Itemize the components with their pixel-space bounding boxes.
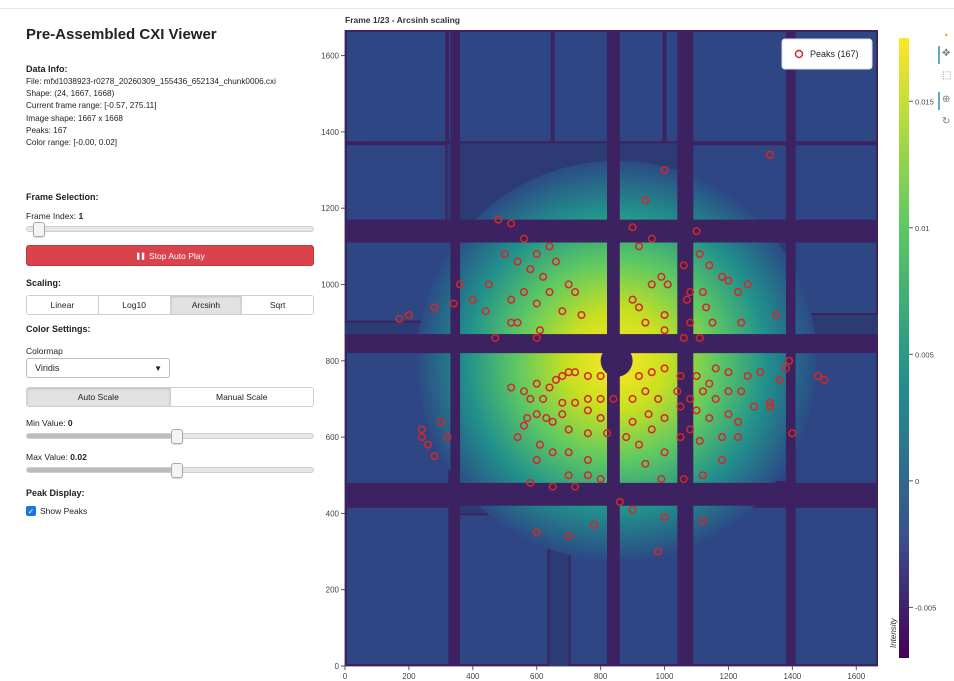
y-tick-label-7: 1400 [321, 128, 339, 137]
x-tick-label-6: 1200 [720, 672, 738, 681]
x-tick-label-0: 0 [343, 672, 348, 681]
x-tick-label-4: 800 [594, 672, 608, 681]
show-peaks-checkbox[interactable]: ✓ Show Peaks [26, 506, 87, 516]
max-value-number: 0.02 [70, 452, 87, 462]
info-shape: Shape: (24, 1667, 1668) [26, 89, 115, 99]
scaling-arcsinh-button[interactable]: Arcsinh [170, 296, 243, 314]
pause-icon: ❚❚ [135, 252, 146, 260]
top-divider [0, 8, 954, 9]
max-slider-fill [27, 468, 171, 472]
colorbar-tick-label-4: 0.015 [915, 97, 934, 106]
x-tick-label-1: 200 [402, 672, 416, 681]
beam-stop [600, 344, 633, 377]
logo-icon[interactable]: ◔ [942, 30, 949, 42]
color-settings-header: Color Settings: [26, 324, 91, 334]
detector-tile-4 [345, 143, 448, 228]
detector-image [345, 30, 878, 666]
y-tick-label-6: 1200 [321, 204, 339, 213]
gap-vertical-right [677, 30, 694, 666]
min-slider-fill [27, 434, 171, 438]
max-value-label: Max Value: 0.02 [26, 452, 87, 462]
scaling-header: Scaling: [26, 278, 62, 288]
scale-mode-toggle-group: Auto Scale Manual Scale [26, 387, 314, 407]
x-tick-label-3: 600 [530, 672, 544, 681]
stop-auto-play-button[interactable]: ❚❚ Stop Auto Play [26, 245, 314, 266]
reset-icon[interactable]: ↻ [942, 116, 950, 127]
min-slider-handle[interactable] [171, 429, 183, 444]
max-value-slider[interactable] [26, 463, 314, 478]
detector-plot[interactable]: 0 200 400 600 800 1000 1200 1400 1600 0 200 400 600 8… [300, 20, 954, 681]
scaling-linear-button[interactable]: Linear [27, 296, 99, 314]
info-color-range: Color range: [-0.00, 0.02] [26, 138, 118, 148]
frame-index-value: 1 [78, 211, 84, 221]
auto-scale-button[interactable]: Auto Scale [27, 388, 171, 406]
detector-tile-13 [345, 505, 451, 666]
y-tick-label-0: 0 [335, 662, 340, 671]
gap-vertical-left [450, 30, 461, 666]
colorbar-tick-label-0: -0.005 [915, 603, 936, 612]
info-peaks: Peaks: 167 [26, 125, 67, 135]
min-value-number: 0 [67, 418, 73, 428]
min-value-label: Min Value: 0 [26, 418, 73, 428]
plot-legend: Peaks (167) [781, 38, 873, 70]
colorbar-tick-label-3: 0.01 [915, 224, 930, 233]
max-value-text: Max Value: [26, 452, 71, 462]
y-tick-label-4: 800 [326, 357, 340, 366]
x-tick-label-5: 1000 [656, 672, 674, 681]
frame-selection-header: Frame Selection: [26, 192, 99, 202]
frame-index-text: Frame Index: [26, 211, 79, 221]
colorbar-label: Intensity [889, 617, 898, 648]
y-tick-label-5: 1000 [321, 280, 339, 289]
active-tool-indicator-2 [938, 92, 940, 110]
x-tick-label-7: 1400 [783, 672, 801, 681]
active-tool-indicator [938, 46, 940, 64]
gap-vertical-far-right [785, 30, 796, 666]
detector-tile-1 [447, 30, 553, 144]
info-image-shape: Image shape: 1667 x 1668 [26, 113, 123, 123]
box-zoom-icon[interactable]: ⬚ [942, 70, 951, 81]
caret-down-icon: ▼ [154, 364, 162, 373]
colormap-label: Colormap [26, 346, 63, 356]
data-info-header: Data Info: [26, 64, 68, 74]
min-value-slider[interactable] [26, 429, 314, 444]
colorbar-tick-label-1: 0 [915, 477, 919, 486]
y-tick-label-2: 400 [326, 509, 340, 518]
colorbar: -0.005 0 0.005 0.01 0.015 [899, 38, 936, 658]
legend-label: Peaks (167) [810, 49, 859, 59]
scaling-log10-button[interactable]: Log10 [98, 296, 171, 314]
app-title: Pre-Assembled CXI Viewer [26, 26, 217, 43]
info-file: File: mfxl1038923-r0278_20260309_155436_… [26, 77, 276, 86]
min-value-text: Min Value: [26, 418, 68, 428]
pan-icon[interactable]: ✥ [942, 48, 950, 59]
stop-auto-play-label: Stop Auto Play [148, 250, 205, 261]
x-tick-label-2: 400 [466, 672, 480, 681]
detector-tile-6 [792, 143, 878, 228]
data-info-block: File: mfxl1038923-r0278_20260309_155436_… [26, 76, 276, 149]
show-peaks-label: Show Peaks [40, 506, 88, 516]
frame-index-label: Frame Index: 1 [26, 211, 83, 221]
colormap-selected-value: Viridis [35, 363, 60, 373]
scaling-toggle-group: Linear Log10 Arcsinh Sqrt [26, 295, 314, 315]
max-slider-handle[interactable] [171, 463, 183, 478]
info-frame-range: Current frame range: [-0.57, 275.11] [26, 101, 157, 111]
peak-display-header: Peak Display: [26, 488, 85, 498]
x-tick-label-8: 1600 [847, 672, 865, 681]
y-tick-label-1: 200 [326, 586, 340, 595]
checkmark-icon: ✓ [26, 506, 36, 516]
colorbar-gradient [899, 38, 909, 658]
detector-tile-0 [345, 30, 448, 144]
frame-index-slider[interactable] [26, 222, 314, 237]
y-tick-label-3: 600 [326, 433, 340, 442]
wheel-zoom-icon[interactable]: ⊕ [942, 94, 950, 105]
frame-slider-handle[interactable] [33, 222, 45, 237]
manual-scale-button[interactable]: Manual Scale [170, 388, 313, 406]
colormap-select[interactable]: Viridis ▼ [26, 358, 170, 378]
colorbar-tick-label-2: 0.005 [915, 350, 934, 359]
y-tick-label-8: 1600 [321, 52, 339, 61]
